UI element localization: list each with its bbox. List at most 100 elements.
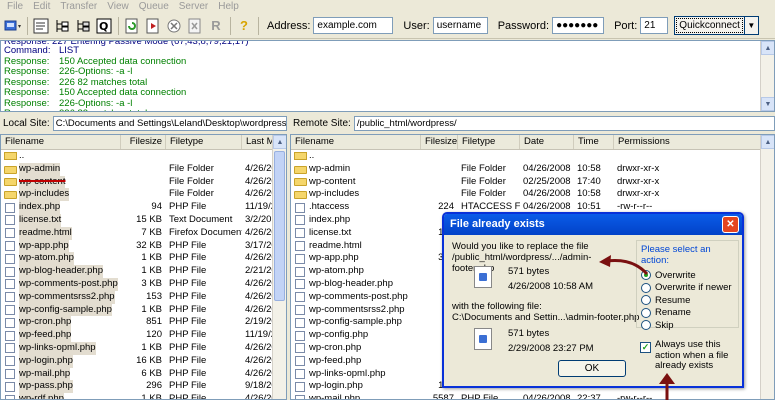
- file-date: 11/19/2: [245, 329, 274, 341]
- file-name-cell: wp-comments-post.php: [1, 277, 121, 291]
- remote-col-time[interactable]: Time: [574, 135, 614, 149]
- action-option-skip[interactable]: Skip: [641, 319, 734, 332]
- local-file-row[interactable]: license.txt 15 KB Text Document 3/2/20: [1, 213, 286, 227]
- scroll-down-icon[interactable]: ▼: [761, 97, 774, 111]
- toggle-log-icon[interactable]: [31, 16, 51, 36]
- remote-file-row[interactable]: ..: [291, 150, 774, 163]
- ok-button[interactable]: OK: [558, 360, 626, 377]
- menu-item-queue[interactable]: Queue: [134, 0, 174, 13]
- scroll-up-icon[interactable]: ▲: [761, 41, 774, 55]
- local-file-row[interactable]: wp-atom.php 1 KB PHP File 4/26/20: [1, 252, 286, 266]
- address-input[interactable]: [313, 17, 394, 34]
- local-file-row[interactable]: ..: [1, 150, 286, 163]
- file-name: wp-commentsrss2.php: [19, 290, 115, 304]
- process-queue-icon[interactable]: [143, 16, 163, 36]
- file-permissions: [614, 150, 694, 163]
- quickconnect-dropdown-icon[interactable]: ▼: [744, 16, 759, 35]
- local-file-row[interactable]: wp-comments-post.php 3 KB PHP File 4/26/20: [1, 277, 286, 291]
- local-col-lastmod[interactable]: Last M: [242, 135, 274, 149]
- menu-item-view[interactable]: View: [102, 0, 134, 13]
- local-col-filesize[interactable]: Filesize: [121, 135, 166, 149]
- toggle-local-tree-icon[interactable]: [52, 16, 72, 36]
- local-file-row[interactable]: wp-commentsrss2.php 153 PHP File 4/26/20: [1, 290, 286, 304]
- always-use-action[interactable]: ✓ Always use this action when a file alr…: [640, 339, 740, 372]
- local-file-row[interactable]: readme.html 7 KB Firefox Document 4/26/20: [1, 226, 286, 240]
- scroll-up-icon[interactable]: ▲: [273, 135, 286, 149]
- radio-button[interactable]: [641, 320, 651, 331]
- menu-item-help[interactable]: Help: [213, 0, 244, 13]
- local-site-path[interactable]: C:\Documents and Settings\Leland\Desktop…: [52, 115, 287, 131]
- quickconnect-button[interactable]: Quickconnect: [674, 16, 745, 35]
- remote-file-row[interactable]: wp-mail.php 5587 PHP File 04/26/2008 22:37 -r…: [291, 393, 774, 399]
- local-file-row[interactable]: wp-links-opml.php 1 KB PHP File 4/26/20: [1, 341, 286, 355]
- remote-site-path[interactable]: /public_html/wordpress/: [353, 115, 775, 131]
- remote-col-filename[interactable]: Filename: [291, 135, 421, 149]
- local-file-row[interactable]: wp-content File Folder 4/26/20: [1, 175, 286, 189]
- radio-button[interactable]: [641, 270, 651, 281]
- local-file-row[interactable]: wp-feed.php 120 PHP File 11/19/2: [1, 329, 286, 342]
- menu-item-edit[interactable]: Edit: [28, 0, 55, 13]
- menu-item-server[interactable]: Server: [174, 0, 213, 13]
- remote-file-row[interactable]: wp-admin File Folder 04/26/2008 10:58 drwxr-…: [291, 163, 774, 176]
- help-icon[interactable]: ?: [234, 16, 254, 36]
- toggle-queue-icon[interactable]: Q: [94, 16, 114, 36]
- file-name-cell: wp-login.php: [1, 354, 121, 368]
- local-scrollbar[interactable]: ▲: [272, 135, 286, 399]
- local-file-row[interactable]: wp-config-sample.php 1 KB PHP File 4/26/20: [1, 303, 286, 317]
- toggle-remote-tree-icon[interactable]: [73, 16, 93, 36]
- local-file-row[interactable]: wp-cron.php 851 PHP File 2/19/20: [1, 316, 286, 330]
- menu-item-file[interactable]: File: [2, 0, 28, 13]
- log-scrollbar[interactable]: ▲ ▼: [760, 41, 774, 111]
- local-file-row[interactable]: wp-blog-header.php 1 KB PHP File 2/21/20: [1, 265, 286, 278]
- scrollbar-thumb[interactable]: [274, 151, 285, 301]
- remote-file-row[interactable]: wp-includes File Folder 04/26/2008 10:58 drw…: [291, 188, 774, 201]
- radio-button[interactable]: [641, 295, 651, 306]
- local-col-filetype[interactable]: Filetype: [166, 135, 242, 149]
- user-input[interactable]: [432, 17, 488, 34]
- local-file-row[interactable]: wp-app.php 32 KB PHP File 3/17/20: [1, 239, 286, 253]
- local-file-row[interactable]: wp-includes File Folder 4/26/20: [1, 188, 286, 202]
- remote-col-filesize[interactable]: Filesize: [421, 135, 458, 149]
- remote-col-date[interactable]: Date: [520, 135, 574, 149]
- log-kind: Response:: [4, 87, 50, 98]
- local-file-row[interactable]: wp-rdf.php 1 KB PHP File 4/26/20: [1, 393, 286, 399]
- file-time: 10:58: [577, 162, 601, 174]
- action-option-resume[interactable]: Resume: [641, 294, 734, 307]
- folder-icon: [294, 165, 307, 174]
- remote-scrollbar[interactable]: ▲: [760, 135, 774, 399]
- log-row: Response: 150 Accepted data connection: [1, 87, 774, 99]
- always-use-checkbox[interactable]: ✓: [640, 342, 651, 353]
- port-input[interactable]: [640, 17, 669, 34]
- local-file-row[interactable]: wp-pass.php 296 PHP File 9/18/20: [1, 380, 286, 394]
- remote-file-row[interactable]: wp-content File Folder 02/25/2008 17:40 drwx…: [291, 176, 774, 189]
- local-file-row[interactable]: index.php 94 PHP File 11/19/2: [1, 201, 286, 214]
- local-file-row[interactable]: wp-login.php 16 KB PHP File 4/26/20: [1, 354, 286, 368]
- scroll-up-icon[interactable]: ▲: [761, 135, 774, 149]
- cancel-icon[interactable]: [164, 16, 184, 36]
- local-file-row[interactable]: wp-mail.php 6 KB PHP File 4/26/20: [1, 367, 286, 381]
- refresh-icon[interactable]: [122, 16, 142, 36]
- reconnect-icon[interactable]: R: [206, 16, 226, 36]
- radio-button[interactable]: [641, 282, 651, 293]
- close-icon[interactable]: ✕: [722, 216, 739, 233]
- action-option-overwrite-if-newer[interactable]: Overwrite if newer: [641, 282, 734, 295]
- site-manager-icon[interactable]: [3, 16, 23, 36]
- folder-icon: [4, 191, 17, 200]
- always-use-label: Always use this action when a file alrea…: [655, 339, 729, 371]
- menu-item-transfer[interactable]: Transfer: [55, 0, 102, 13]
- file-icon: [295, 215, 305, 226]
- radio-button[interactable]: [641, 307, 651, 318]
- remote-col-filetype[interactable]: Filetype: [458, 135, 520, 149]
- remote-col-permissions[interactable]: Permissions: [614, 135, 762, 149]
- file-size: 296: [146, 380, 162, 392]
- action-option-rename[interactable]: Rename: [641, 307, 734, 320]
- file-date: [242, 150, 274, 163]
- file-name-cell: wp-admin: [1, 162, 121, 176]
- password-input[interactable]: [552, 17, 605, 34]
- disconnect-icon[interactable]: [185, 16, 205, 36]
- local-col-filename[interactable]: Filename: [1, 135, 121, 149]
- action-option-overwrite[interactable]: Overwrite: [641, 269, 734, 282]
- local-file-row[interactable]: wp-admin File Folder 4/26/20: [1, 162, 286, 176]
- file-date: 4/26/20: [245, 162, 274, 174]
- file-date: [520, 150, 574, 163]
